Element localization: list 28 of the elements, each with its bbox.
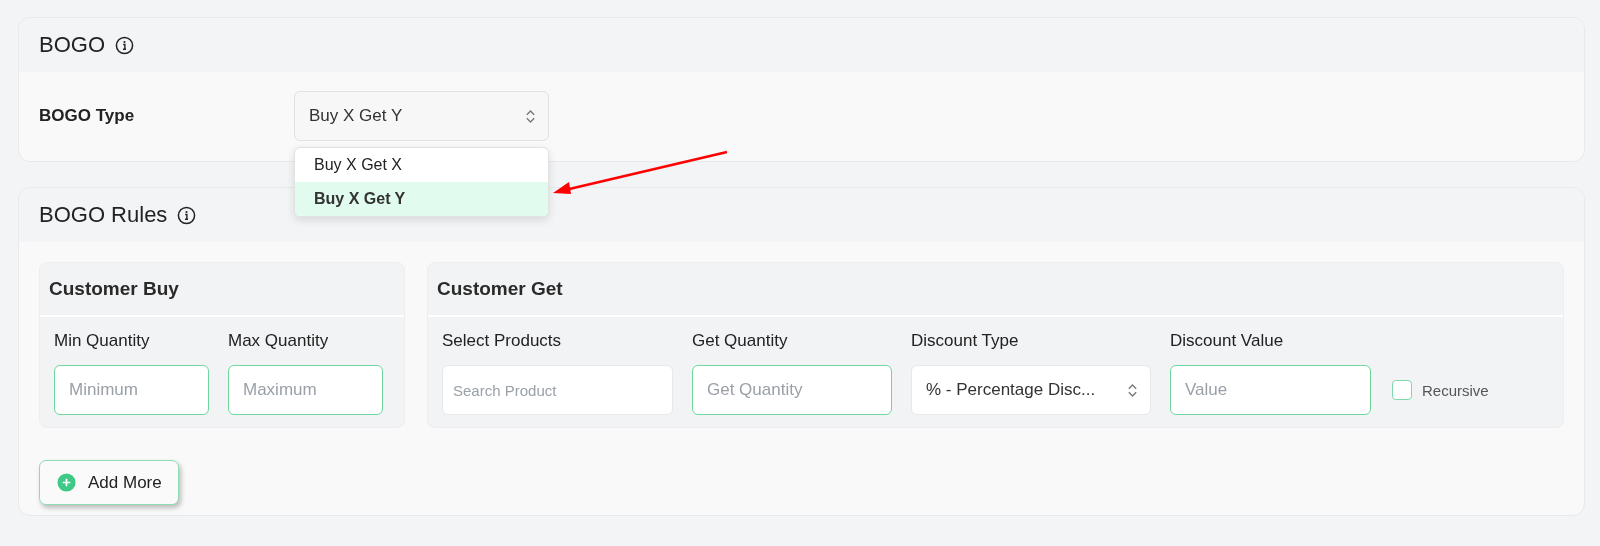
field-label: Max Quantity xyxy=(228,331,330,351)
select-field[interactable]: % - Percentage Disc... xyxy=(911,365,1151,415)
dropdown-option[interactable]: Buy X Get Y xyxy=(295,182,548,216)
field-label: Discount Type xyxy=(911,331,1020,351)
info-icon xyxy=(115,35,134,55)
add-more-button[interactable]: Add More xyxy=(39,460,179,505)
select-field[interactable]: Buy X Get Y xyxy=(294,91,549,141)
field-label: BOGO Type xyxy=(39,106,136,126)
field-label: Min Quantity xyxy=(54,331,151,351)
search-field[interactable]: Search Product xyxy=(442,365,673,415)
input-field[interactable]: Minimum xyxy=(54,365,209,415)
card-title: BOGO Rules xyxy=(39,202,168,228)
field-label: Get Quantity xyxy=(692,331,789,351)
field-label: Select Products xyxy=(442,331,563,351)
checkbox[interactable] xyxy=(1392,380,1412,400)
input-field[interactable]: Value xyxy=(1170,365,1371,415)
input-field[interactable]: Get Quantity xyxy=(692,365,892,415)
dropdown-option[interactable]: Buy X Get X xyxy=(295,148,548,182)
chevron-updown-icon xyxy=(1127,381,1138,399)
checkbox-label: Recursive xyxy=(1422,381,1489,399)
card-title: BOGO xyxy=(39,32,105,58)
plus-circle-icon xyxy=(57,473,76,492)
panel-title: Customer Get xyxy=(437,278,563,300)
field-label: Discount Value xyxy=(1170,331,1285,351)
info-icon xyxy=(177,205,197,225)
chevron-updown-icon xyxy=(525,107,536,125)
panel-title: Customer Buy xyxy=(49,278,179,300)
input-field[interactable]: Maximum xyxy=(228,365,383,415)
